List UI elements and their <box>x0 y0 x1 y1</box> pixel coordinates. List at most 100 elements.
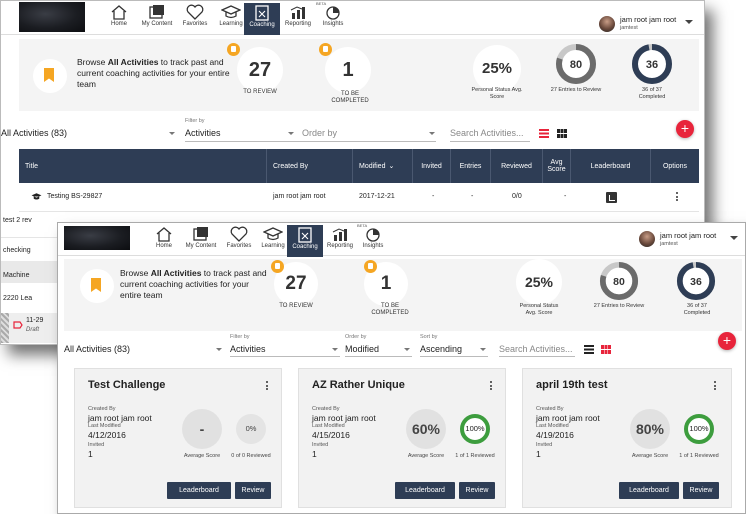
row-title[interactable]: 2220 Lea <box>3 295 32 302</box>
activity-dropdown[interactable]: All Activities (83) <box>1 128 67 138</box>
search-input[interactable]: Search Activities... <box>450 128 524 138</box>
list-view-icon[interactable] <box>539 129 549 138</box>
filter-by-dropdown[interactable]: Activities <box>185 128 221 138</box>
leaderboard-button[interactable]: Leaderboard <box>619 482 679 499</box>
entries-ring[interactable]: 80 <box>555 43 597 85</box>
activity-card[interactable]: april 19th test Created By jam root jam … <box>522 368 732 508</box>
row-title[interactable]: Machine <box>3 272 29 279</box>
card-title[interactable]: AZ Rather Unique <box>312 379 405 391</box>
row-title[interactable]: 11-29 <box>26 317 43 324</box>
filter-by-dropdown[interactable]: Activities <box>230 344 266 354</box>
table-row[interactable]: Testing BS-29827 jam root jam root 2017-… <box>1 189 704 209</box>
nav-favorites[interactable]: Favorites <box>177 3 213 35</box>
entries-ring[interactable]: 80 <box>599 261 639 301</box>
nav-learning[interactable]: Learning <box>255 225 291 257</box>
to-review-label: TO REVIEW <box>279 303 313 309</box>
activity-card[interactable]: AZ Rather Unique Created By jam root jam… <box>298 368 506 508</box>
reviewed-circle: 0% <box>236 414 266 444</box>
modified-value: 4/15/2016 <box>312 430 350 440</box>
document-badge-icon <box>227 43 240 56</box>
sort-by-caret[interactable] <box>480 348 486 351</box>
heart-icon <box>230 226 248 242</box>
col-options[interactable]: Options <box>651 149 699 183</box>
col-avg-score[interactable]: Avg Score <box>543 149 571 183</box>
order-by-dropdown[interactable]: Modified <box>345 344 379 354</box>
order-by-caret[interactable] <box>404 348 410 351</box>
nav-reporting[interactable]: Reporting <box>279 3 317 35</box>
col-title[interactable]: Title <box>19 149 267 183</box>
nav-insights[interactable]: Insights <box>355 225 391 257</box>
nav-my-content[interactable]: My Content <box>137 3 177 35</box>
order-by-dropdown[interactable]: Order by <box>302 128 337 138</box>
company-logo <box>19 2 85 32</box>
personal-score-value: 25% <box>524 274 554 290</box>
row-title[interactable]: Testing BS-29827 <box>47 193 102 200</box>
card-title[interactable]: april 19th test <box>536 379 608 391</box>
leaderboard-button[interactable]: Leaderboard <box>167 482 231 499</box>
nav-coaching[interactable]: Coaching <box>244 3 280 35</box>
col-entries[interactable]: Entries <box>451 149 491 183</box>
review-button[interactable]: Review <box>459 482 495 499</box>
grid-view-icon[interactable] <box>601 345 611 354</box>
filter-by-caret[interactable] <box>332 348 338 351</box>
user-name[interactable]: jam root jam root <box>620 15 676 24</box>
nav-favorites-label: Favorites <box>182 21 208 27</box>
activity-dropdown-caret[interactable] <box>169 132 175 135</box>
user-menu-caret[interactable] <box>685 20 693 24</box>
user-avatar[interactable] <box>599 16 615 32</box>
search-input[interactable]: Search Activities... <box>499 344 573 354</box>
nav-home[interactable]: Home <box>146 225 182 257</box>
nav-my-content[interactable]: My Content <box>180 225 222 257</box>
col-created-by[interactable]: Created By <box>267 149 353 183</box>
user-avatar[interactable] <box>639 231 655 247</box>
nav-home[interactable]: Home <box>101 3 137 35</box>
created-by-label: Created By <box>536 406 564 412</box>
activity-dropdown[interactable]: All Activities (83) <box>64 344 130 354</box>
user-menu-caret[interactable] <box>730 236 738 240</box>
nav-insights-label: Insights <box>322 21 344 27</box>
row-title[interactable]: test 2 rev <box>3 217 32 224</box>
activity-dropdown-caret[interactable] <box>216 348 222 351</box>
nav-coaching[interactable]: Coaching <box>287 225 323 257</box>
grid-view-icon[interactable] <box>557 129 567 138</box>
completed-ring[interactable]: 36 <box>631 43 673 85</box>
activity-card[interactable]: Test Challenge Created By jam root jam r… <box>74 368 282 508</box>
graduation-cap-icon <box>263 227 283 241</box>
options-kebab-icon[interactable] <box>676 192 679 203</box>
add-activity-button[interactable]: + <box>718 332 736 350</box>
review-button[interactable]: Review <box>235 482 271 499</box>
card-options-kebab-icon[interactable] <box>714 381 717 392</box>
table-row[interactable]: Machine <box>1 261 61 283</box>
created-by-label: Created By <box>88 406 116 412</box>
col-modified[interactable]: Modified ⌄ <box>353 149 413 183</box>
card-title[interactable]: Test Challenge <box>88 379 165 391</box>
row-title[interactable]: checking <box>3 247 31 254</box>
nav-insights-label: Insights <box>362 243 384 249</box>
to-complete-circle[interactable]: 1 <box>325 47 371 93</box>
search-underline <box>499 356 575 357</box>
col-invited[interactable]: Invited <box>413 149 451 183</box>
nav-reporting[interactable]: Reporting <box>321 225 359 257</box>
to-complete-label: TO BE COMPLETED <box>371 303 409 316</box>
average-score-circle: 80% <box>630 409 670 449</box>
leaderboard-button[interactable]: Leaderboard <box>395 482 455 499</box>
nav-insights[interactable]: Insights <box>315 3 351 35</box>
sort-by-dropdown[interactable]: Ascending <box>420 344 462 354</box>
review-button[interactable]: Review <box>683 482 719 499</box>
user-name[interactable]: jam root jam root <box>660 231 716 240</box>
col-reviewed[interactable]: Reviewed <box>491 149 543 183</box>
nav-favorites[interactable]: Favorites <box>221 225 257 257</box>
filter-by-caret[interactable] <box>288 132 294 135</box>
reviewed-label: 1 of 1 Reviewed <box>455 453 495 459</box>
bookmark-circle <box>33 59 67 93</box>
leaderboard-icon[interactable] <box>606 192 617 203</box>
to-review-circle[interactable]: 27 <box>237 47 283 93</box>
completed-ring[interactable]: 36 <box>676 261 716 301</box>
card-options-kebab-icon[interactable] <box>490 381 493 392</box>
list-view-icon[interactable] <box>584 345 594 354</box>
folder-icon <box>193 227 208 241</box>
card-options-kebab-icon[interactable] <box>266 381 269 392</box>
col-leaderboard[interactable]: Leaderboard <box>571 149 651 183</box>
add-activity-button[interactable]: + <box>676 120 694 138</box>
order-by-caret[interactable] <box>429 132 435 135</box>
